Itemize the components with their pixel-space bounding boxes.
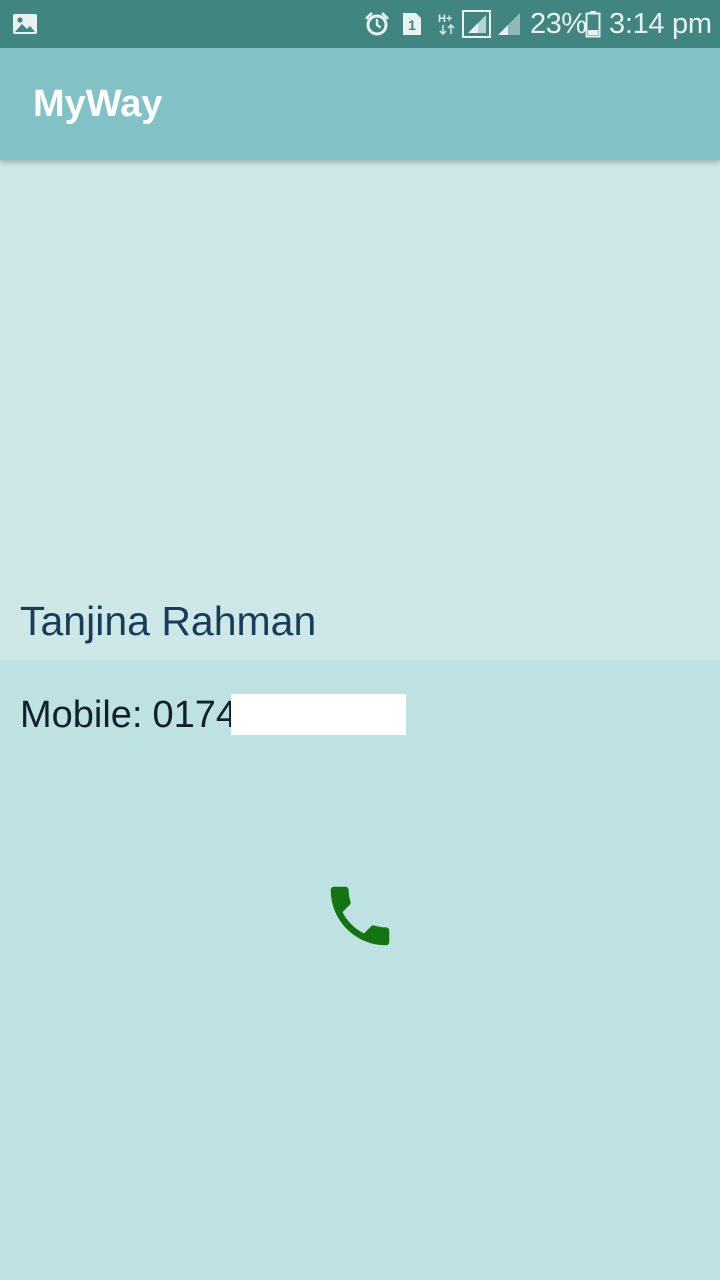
app-title: MyWay — [33, 83, 163, 125]
status-bar: 1 H+ 23% 3:14 pm — [0, 0, 720, 48]
sim-icon: 1 — [400, 0, 424, 48]
phone-icon — [330, 886, 390, 946]
signal-icon — [462, 0, 492, 48]
battery-percent: 23% — [530, 7, 587, 40]
contact-name: Tanjina Rahman — [20, 598, 317, 644]
status-time: 3:14 pm — [609, 7, 712, 40]
app-bar: MyWay — [0, 48, 720, 160]
network-type-icon: H+ — [438, 0, 458, 48]
svg-text:H+: H+ — [438, 13, 452, 25]
call-button[interactable] — [316, 872, 404, 960]
alarm-icon — [364, 0, 390, 48]
mobile-label: Mobile: — [20, 694, 143, 736]
mobile-value: 0174 — [152, 694, 238, 736]
contact-header — [0, 160, 720, 660]
contact-details — [0, 660, 720, 1280]
svg-text:1: 1 — [408, 17, 416, 33]
redacted-number-block — [231, 694, 406, 735]
battery-icon — [585, 0, 601, 48]
signal-weak-icon — [496, 0, 522, 48]
mobile-number: Mobile: 0174 — [20, 692, 237, 738]
gallery-icon — [12, 0, 38, 48]
